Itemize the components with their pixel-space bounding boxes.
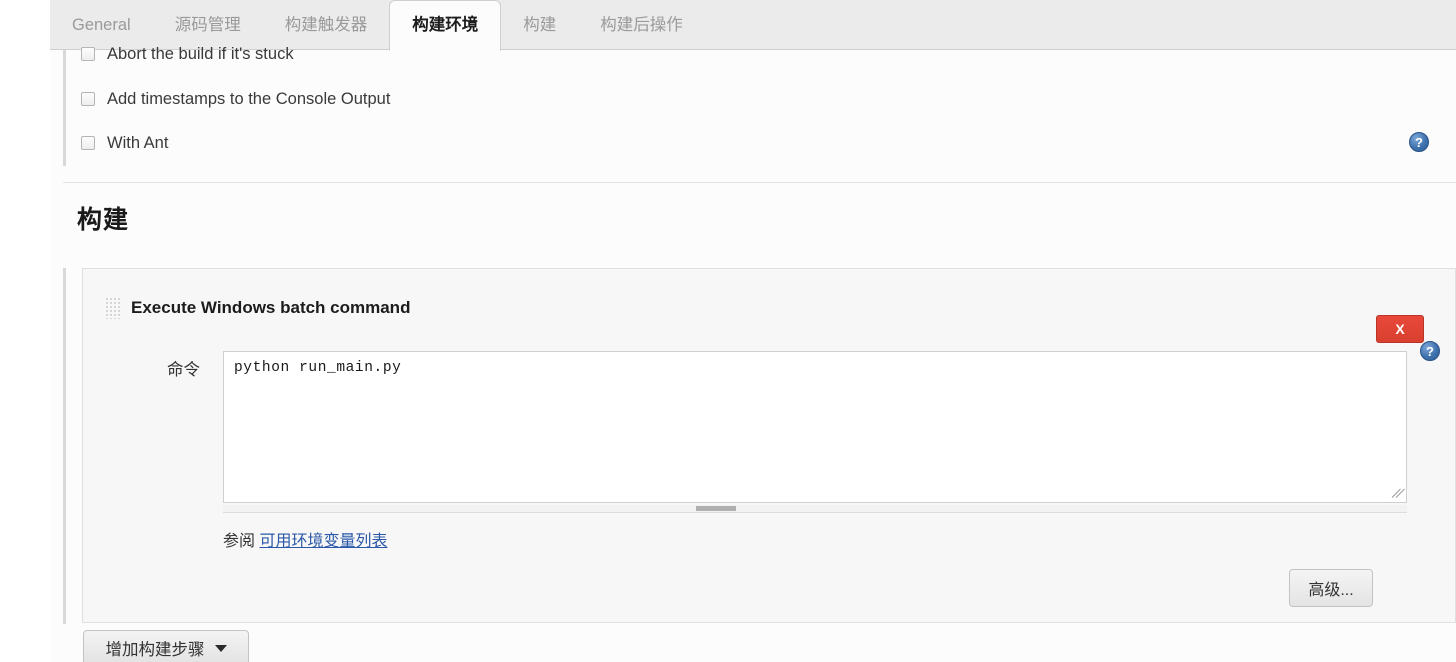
textarea-resize-bar[interactable] <box>223 505 1407 513</box>
checkbox-label-with-ant: With Ant <box>107 133 169 152</box>
command-label: 命令 <box>167 361 200 379</box>
jenkins-job-config-page: General 源码管理 构建触发器 构建环境 构建 构建后操作 Abort t… <box>0 0 1456 662</box>
tab-general[interactable]: General <box>50 0 153 50</box>
section-divider <box>63 182 1456 183</box>
textarea-resize-knob[interactable] <box>693 506 739 511</box>
checkbox-abort-stuck[interactable] <box>81 47 95 61</box>
checkbox-row-add-timestamps[interactable]: Add timestamps to the Console Output <box>81 87 390 111</box>
build-step-panel: Execute Windows batch command X ? 命令 参阅 … <box>82 268 1456 623</box>
build-environment-rail <box>63 50 66 166</box>
add-build-step-button[interactable]: 增加构建步骤 <box>83 630 249 662</box>
checkbox-row-abort-stuck[interactable]: Abort the build if it's stuck <box>81 46 294 62</box>
checkbox-add-timestamps[interactable] <box>81 92 95 106</box>
tab-build[interactable]: 构建 <box>501 0 578 50</box>
build-step-title: Execute Windows batch command <box>131 298 411 317</box>
chevron-down-icon <box>214 644 227 652</box>
build-step-rail <box>63 268 66 624</box>
command-input[interactable] <box>223 351 1407 503</box>
checkbox-label-add-timestamps: Add timestamps to the Console Output <box>107 89 391 108</box>
tab-build-triggers[interactable]: 构建触发器 <box>263 0 390 50</box>
tab-build-environment[interactable]: 构建环境 <box>389 0 502 51</box>
config-content: Abort the build if it's stuck Add timest… <box>50 46 1456 662</box>
tab-source-code-management[interactable]: 源码管理 <box>153 0 263 50</box>
delete-build-step-button[interactable]: X <box>1376 315 1424 343</box>
tab-list: General 源码管理 构建触发器 构建环境 构建 构建后操作 <box>50 0 705 51</box>
see-also-prefix: 参阅 <box>223 533 256 550</box>
help-icon-with-ant[interactable]: ? <box>1409 132 1429 152</box>
add-build-step-label: 增加构建步骤 <box>105 641 205 659</box>
advanced-button[interactable]: 高级... <box>1289 569 1373 607</box>
build-section-heading: 构建 <box>77 206 130 234</box>
checkbox-row-with-ant[interactable]: With Ant <box>81 131 168 155</box>
drag-handle-icon[interactable] <box>105 297 121 319</box>
tab-post-build-actions[interactable]: 构建后操作 <box>578 0 705 50</box>
available-env-vars-link[interactable]: 可用环境变量列表 <box>259 533 387 550</box>
see-also-text: 参阅 可用环境变量列表 <box>223 527 387 551</box>
help-icon-build-step[interactable]: ? <box>1420 341 1440 361</box>
checkbox-label-abort-stuck: Abort the build if it's stuck <box>107 46 294 62</box>
checkbox-with-ant[interactable] <box>81 136 95 150</box>
config-tab-bar: General 源码管理 构建触发器 构建环境 构建 构建后操作 <box>50 0 1456 51</box>
